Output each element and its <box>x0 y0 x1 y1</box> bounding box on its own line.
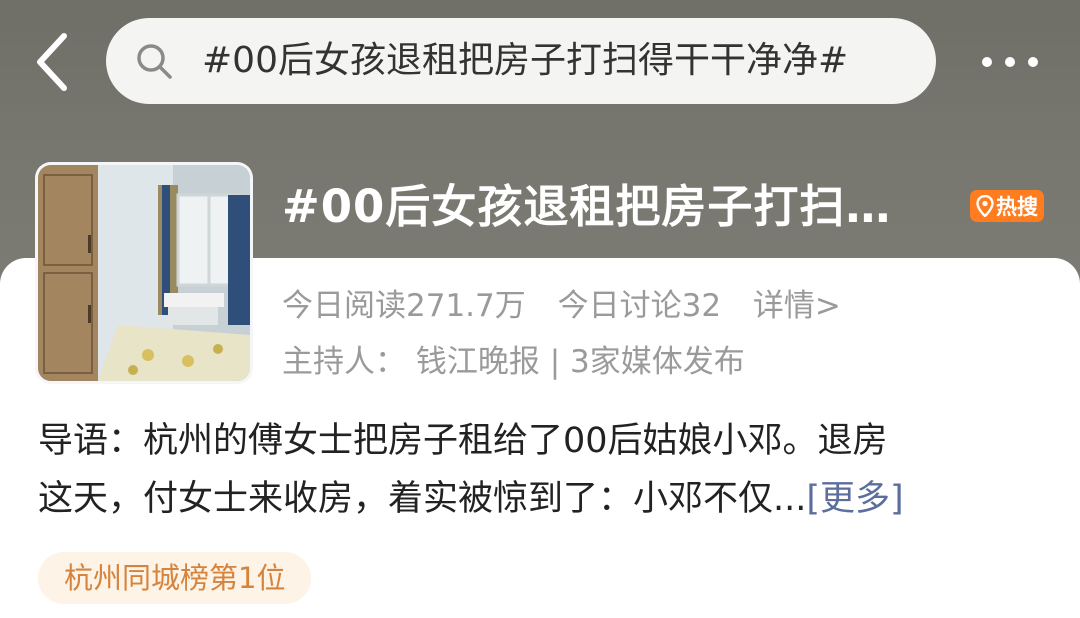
more-options-button[interactable] <box>975 40 1045 84</box>
search-bar[interactable]: #00后女孩退租把房子打扫得干干净净# <box>106 18 936 104</box>
host-label: 主持人： <box>282 344 406 380</box>
search-icon <box>137 44 172 79</box>
location-pin-icon <box>976 195 994 217</box>
intro-line-2: 这天，付女士来收房，着实被惊到了：小邓不仅...[更多] <box>38 470 1048 528</box>
intro-more-link[interactable]: [更多] <box>806 479 903 519</box>
more-dots-icon <box>982 57 1038 67</box>
room-photo-illustration <box>38 165 250 381</box>
search-query-text: #00后女孩退租把房子打扫得干干净净# <box>202 40 849 81</box>
chevron-left-icon <box>37 33 67 91</box>
city-rank-tag[interactable]: 杭州同城榜第1位 <box>38 552 312 604</box>
topic-intro: 导语：杭州的傅女士把房子租给了00后姑娘小邓。退房 这天，付女士来收房，着实被惊… <box>38 412 1048 528</box>
detail-link[interactable]: 详情> <box>753 288 841 324</box>
host-separator: | <box>549 344 561 380</box>
discuss-count: 今日讨论32 <box>557 288 722 324</box>
host-name[interactable]: 钱江晚报 <box>416 344 540 380</box>
hot-badge-label: 热搜 <box>996 195 1038 219</box>
topic-title: #00后女孩退租把房子打扫… <box>282 180 892 233</box>
topic-stats: 今日阅读271.7万 今日讨论32 详情> <box>282 280 863 332</box>
topic-thumbnail-image[interactable] <box>35 162 253 384</box>
intro-line-2-text: 这天，付女士来收房，着实被惊到了：小邓不仅... <box>38 479 807 519</box>
media-count[interactable]: 3家媒体发布 <box>570 344 745 380</box>
host-info: 主持人： 钱江晚报 | 3家媒体发布 <box>282 336 745 388</box>
back-button[interactable] <box>30 30 78 94</box>
hot-search-badge: 热搜 <box>970 190 1044 222</box>
intro-line-1: 导语：杭州的傅女士把房子租给了00后姑娘小邓。退房 <box>38 421 888 461</box>
read-count: 今日阅读271.7万 <box>282 288 526 324</box>
